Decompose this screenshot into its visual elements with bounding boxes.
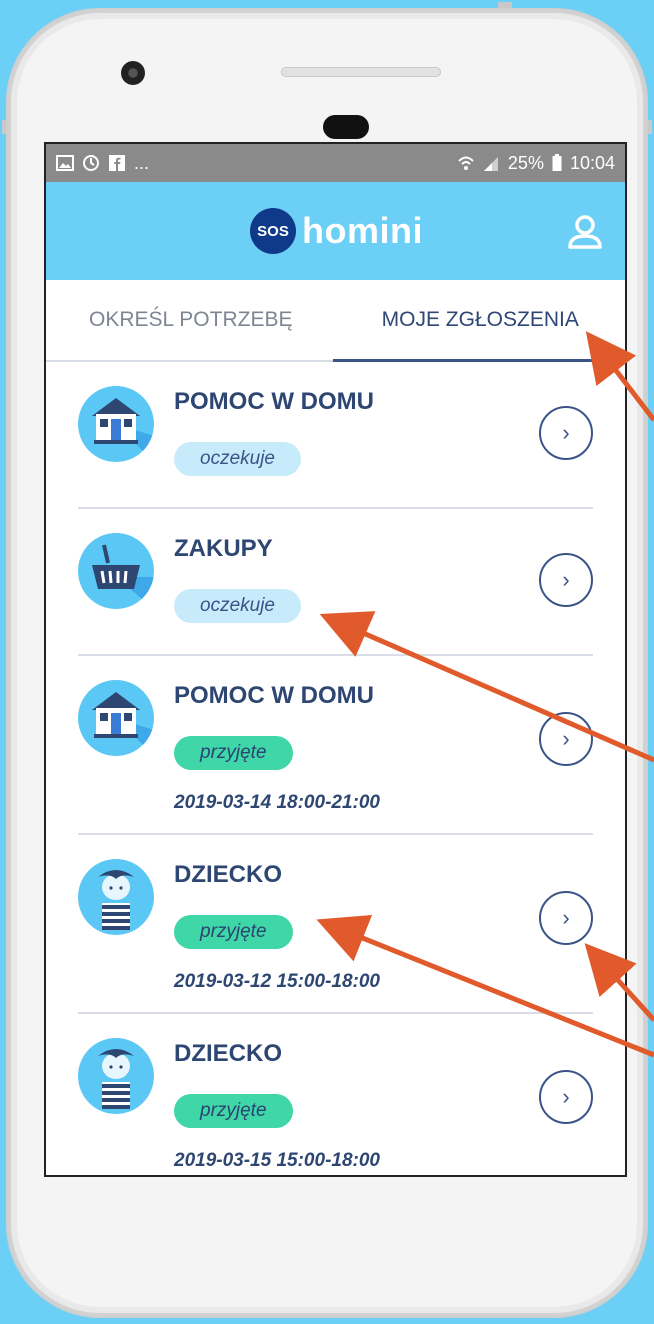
request-title: POMOC W DOMU [174, 388, 374, 415]
chevron-right-icon[interactable]: › [539, 712, 593, 766]
tab-bar: OKREŚL POTRZEBĘ MOJE ZGŁOSZENIA [46, 280, 625, 362]
status-badge: przyjęte [174, 915, 293, 949]
app-header: SOS homini [46, 182, 625, 280]
app-logo: SOS homini [250, 208, 423, 254]
battery-icon [552, 154, 562, 171]
image-icon [56, 155, 74, 171]
child-icon [78, 859, 154, 935]
tab-moje-zgloszenia[interactable]: MOJE ZGŁOSZENIA [336, 280, 626, 360]
request-item[interactable]: POMOC W DOMU oczekuje › [78, 362, 593, 509]
chevron-right-icon[interactable]: › [539, 1070, 593, 1124]
status-badge: oczekuje [174, 442, 301, 476]
request-title: ZAKUPY [174, 535, 273, 562]
house-icon [78, 386, 154, 462]
battery-percent: 25% [507, 152, 544, 173]
status-badge: przyjęte [174, 1094, 293, 1128]
house-icon [78, 680, 154, 756]
wifi-icon [458, 156, 474, 170]
requests-list: POMOC W DOMU oczekuje › ZAKUPY oczekuje … [46, 362, 625, 1175]
notification-more-dots: ... [134, 152, 150, 173]
request-title: DZIECKO [174, 861, 282, 888]
request-title: POMOC W DOMU [174, 682, 374, 709]
logo-badge: SOS [250, 208, 296, 254]
request-date: 2019-03-12 15:00-18:00 [174, 971, 380, 992]
clock-time: 10:04 [569, 152, 615, 173]
phone-side-button-top [498, 2, 512, 10]
status-bar: ... 25% 10:04 [46, 144, 625, 182]
proximity-sensor [323, 115, 369, 139]
request-title: DZIECKO [174, 1040, 282, 1067]
request-date: 2019-03-15 15:00-18:00 [174, 1150, 380, 1171]
front-camera [121, 61, 145, 85]
logo-text: homini [302, 210, 423, 251]
chevron-right-icon[interactable]: › [539, 553, 593, 607]
basket-icon [78, 533, 154, 609]
signal-icon [483, 157, 498, 171]
status-badge: przyjęte [174, 736, 293, 770]
tab-okresl-potrzebe[interactable]: OKREŚL POTRZEBĘ [46, 280, 336, 360]
child-icon [78, 1038, 154, 1114]
request-date: 2019-03-14 18:00-21:00 [174, 792, 380, 813]
sync-icon [83, 155, 99, 171]
facebook-icon [109, 155, 125, 171]
phone-side-button-right [646, 120, 652, 134]
chevron-right-icon[interactable]: › [539, 406, 593, 460]
earpiece-speaker [281, 67, 441, 77]
request-item[interactable]: POMOC W DOMU przyjęte 2019-03-14 18:00-2… [78, 656, 593, 835]
chevron-right-icon[interactable]: › [539, 891, 593, 945]
request-item[interactable]: ZAKUPY oczekuje › [78, 509, 593, 656]
request-item[interactable]: DZIECKO przyjęte 2019-03-12 15:00-18:00 … [78, 835, 593, 1014]
app-screen: ... 25% 10:04 SOS homini OKREŚL POTRZEBĘ… [44, 142, 627, 1177]
status-badge: oczekuje [174, 589, 301, 623]
user-profile-icon[interactable] [565, 212, 605, 252]
request-item[interactable]: DZIECKO przyjęte 2019-03-15 15:00-18:00 … [78, 1014, 593, 1175]
